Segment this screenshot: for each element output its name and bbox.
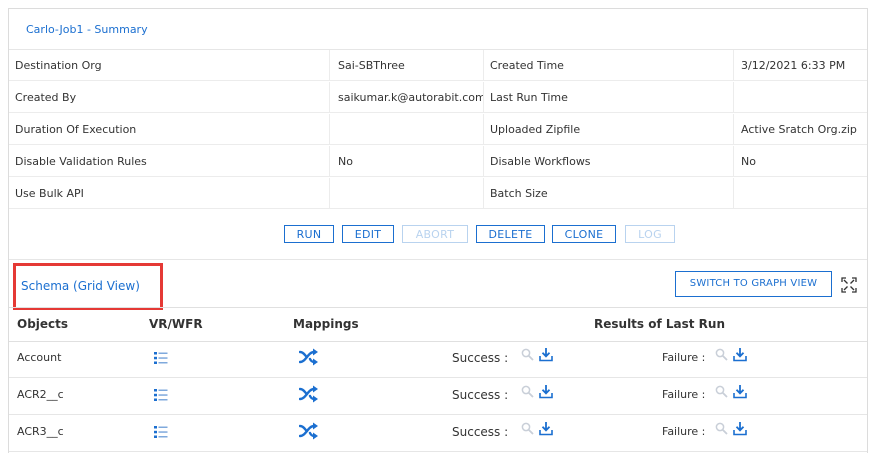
summary-label: Use Bulk API: [9, 178, 329, 209]
download-icon[interactable]: [539, 384, 553, 399]
job-summary-panel: Carlo-Job1 - Summary Destination Org Sai…: [8, 8, 868, 453]
success-label: Success :: [452, 425, 509, 439]
summary-label: Created By: [9, 82, 329, 113]
log-button[interactable]: LOG: [625, 225, 675, 243]
object-name: ACR2__c: [17, 388, 64, 401]
column-header-mappings: Mappings: [293, 317, 359, 331]
expand-icon[interactable]: [841, 277, 857, 293]
column-header-results: Results of Last Run: [594, 317, 726, 331]
summary-row: Created By saikumar.k@autorabit.com Last…: [9, 82, 867, 114]
summary-label: Created Time: [483, 50, 733, 81]
summary-value: No: [733, 146, 867, 177]
summary-value: [329, 114, 483, 145]
delete-button[interactable]: DELETE: [476, 225, 545, 243]
failure-label: Failure :: [662, 351, 706, 364]
summary-value: saikumar.k@autorabit.com: [329, 82, 483, 113]
summary-value: [733, 178, 867, 209]
summary-label: Uploaded Zipfile: [483, 114, 733, 145]
search-icon[interactable]: [521, 385, 534, 398]
shuffle-mapping-icon[interactable]: [299, 422, 319, 440]
summary-title: Carlo-Job1 - Summary: [26, 23, 148, 36]
download-icon[interactable]: [733, 384, 747, 399]
list-icon[interactable]: [154, 425, 168, 439]
object-name: ACR3__c: [17, 425, 64, 438]
clone-button[interactable]: CLONE: [552, 225, 616, 243]
search-icon[interactable]: [715, 348, 728, 361]
object-name: Account: [17, 351, 62, 364]
summary-label: Destination Org: [9, 50, 329, 81]
summary-value: [733, 82, 867, 113]
summary-label: Batch Size: [483, 178, 733, 209]
summary-value: Active Sratch Org.zip: [733, 114, 867, 145]
switch-to-graph-view-button[interactable]: SWITCH TO GRAPH VIEW: [675, 271, 832, 297]
run-button[interactable]: RUN: [284, 225, 334, 243]
column-header-objects: Objects: [17, 317, 69, 331]
summary-row: Disable Validation Rules No Disable Work…: [9, 146, 867, 178]
success-label: Success :: [452, 351, 509, 365]
success-label: Success :: [452, 388, 509, 402]
summary-value: 3/12/2021 6:33 PM: [733, 50, 867, 81]
abort-button[interactable]: ABORT: [402, 225, 468, 243]
download-icon[interactable]: [733, 421, 747, 436]
summary-label: Last Run Time: [483, 82, 733, 113]
summary-value: [329, 178, 483, 209]
schema-title[interactable]: Schema (Grid View): [21, 279, 140, 293]
search-icon[interactable]: [521, 348, 534, 361]
search-icon[interactable]: [715, 422, 728, 435]
search-icon[interactable]: [521, 422, 534, 435]
shuffle-mapping-icon[interactable]: [299, 348, 319, 366]
summary-row: Use Bulk API Batch Size: [9, 178, 867, 210]
failure-label: Failure :: [662, 425, 706, 438]
list-icon[interactable]: [154, 388, 168, 402]
summary-label: Disable Validation Rules: [9, 146, 329, 177]
summary-value: Sai-SBThree: [329, 50, 483, 81]
list-icon[interactable]: [154, 351, 168, 365]
table-row: ACR3__c Success : Failure :: [9, 414, 867, 452]
table-row: Account Success : Failure :: [9, 340, 867, 378]
schema-grid-header: Objects VR/WFR Mappings Results of Last …: [9, 307, 867, 342]
summary-label: Duration Of Execution: [9, 114, 329, 145]
download-icon[interactable]: [733, 347, 747, 362]
edit-button[interactable]: EDIT: [342, 225, 394, 243]
summary-header: Carlo-Job1 - Summary: [9, 9, 867, 50]
download-icon[interactable]: [539, 347, 553, 362]
failure-label: Failure :: [662, 388, 706, 401]
summary-value: No: [329, 146, 483, 177]
summary-row: Duration Of Execution Uploaded Zipfile A…: [9, 114, 867, 146]
summary-label: Disable Workflows: [483, 146, 733, 177]
section-divider: [9, 259, 867, 260]
summary-row: Destination Org Sai-SBThree Created Time…: [9, 50, 867, 82]
shuffle-mapping-icon[interactable]: [299, 385, 319, 403]
download-icon[interactable]: [539, 421, 553, 436]
search-icon[interactable]: [715, 385, 728, 398]
column-header-vrwfr: VR/WFR: [149, 317, 203, 331]
table-row: ACR2__c Success : Failure :: [9, 377, 867, 415]
